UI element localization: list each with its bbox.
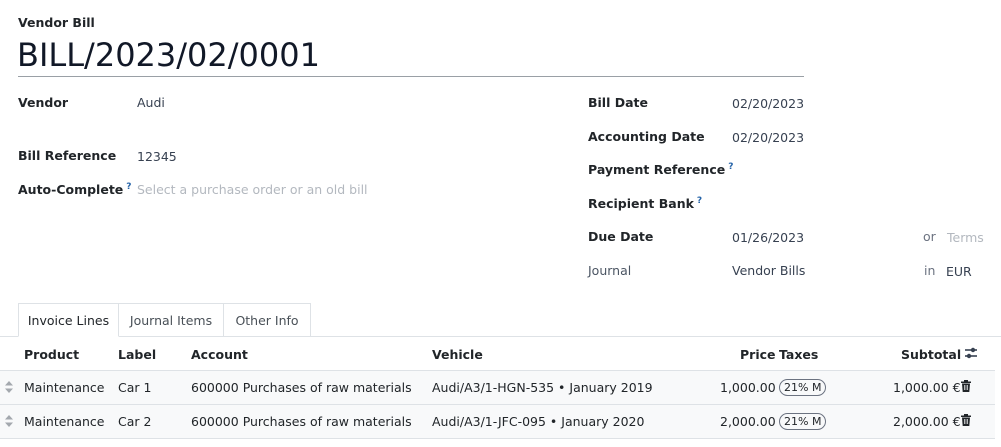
drag-handle-icon[interactable] xyxy=(5,415,13,427)
column-header-subtotal[interactable]: Subtotal xyxy=(901,347,961,362)
tab-journal-items[interactable]: Journal Items xyxy=(118,303,224,337)
account-cell[interactable]: 600000 Purchases of raw materials xyxy=(191,380,412,395)
column-header-taxes[interactable]: Taxes xyxy=(779,347,818,362)
currency-field[interactable]: EUR xyxy=(946,264,972,279)
sliders-icon[interactable] xyxy=(963,346,979,360)
price-cell[interactable]: 1,000.00 xyxy=(720,380,776,395)
title-underline xyxy=(18,76,804,77)
payment-reference-label: Payment Reference? xyxy=(588,162,734,178)
payment-terms-input[interactable]: Terms xyxy=(947,230,984,245)
account-cell[interactable]: 600000 Purchases of raw materials xyxy=(191,414,412,429)
trash-icon[interactable] xyxy=(961,380,971,392)
column-header-price[interactable]: Price xyxy=(740,347,776,362)
help-marker[interactable]: ? xyxy=(728,162,733,172)
tab-invoice-lines[interactable]: Invoice Lines xyxy=(18,303,119,337)
or-text: or xyxy=(923,229,936,244)
journal-field[interactable]: Vendor Bills xyxy=(732,263,805,278)
tax-badge[interactable]: 21% M xyxy=(779,413,827,430)
bill-date-field[interactable]: 02/20/2023 xyxy=(732,96,804,111)
column-header-product[interactable]: Product xyxy=(24,347,79,362)
bill-number-title[interactable]: BILL/2023/02/0001 xyxy=(17,36,320,74)
vehicle-cell[interactable]: Audi/A3/1-HGN-535 • January 2019 xyxy=(432,380,653,395)
column-header-label[interactable]: Label xyxy=(118,347,156,362)
drag-handle-icon[interactable] xyxy=(5,381,13,393)
vehicle-cell[interactable]: Audi/A3/1-JFC-095 • January 2020 xyxy=(432,414,644,429)
label-cell[interactable]: Car 2 xyxy=(118,414,151,429)
product-cell[interactable]: Maintenance xyxy=(24,414,105,429)
column-header-account[interactable]: Account xyxy=(191,347,248,362)
label-cell[interactable]: Car 1 xyxy=(118,380,151,395)
auto-complete-label: Auto-Complete? xyxy=(18,182,132,198)
bill-date-label: Bill Date xyxy=(588,95,648,110)
trash-icon[interactable] xyxy=(961,414,971,426)
bill-reference-label: Bill Reference xyxy=(18,148,117,163)
auto-complete-input[interactable]: Select a purchase order or an old bill xyxy=(137,182,368,197)
due-date-label: Due Date xyxy=(588,229,654,244)
journal-label: Journal xyxy=(588,263,632,278)
due-date-field[interactable]: 01/26/2023 xyxy=(732,230,804,245)
tab-other-info[interactable]: Other Info xyxy=(223,303,311,337)
accounting-date-field[interactable]: 02/20/2023 xyxy=(732,130,804,145)
bill-reference-field[interactable]: 12345 xyxy=(137,149,177,164)
in-text: in xyxy=(924,263,936,278)
subtotal-cell: 1,000.00 € xyxy=(893,380,961,395)
accounting-date-label: Accounting Date xyxy=(588,129,705,144)
recipient-bank-label: Recipient Bank? xyxy=(588,196,703,212)
vendor-label: Vendor xyxy=(18,95,69,110)
subtotal-cell: 2,000.00 € xyxy=(893,414,961,429)
price-cell[interactable]: 2,000.00 xyxy=(720,414,776,429)
vendor-field[interactable]: Audi xyxy=(137,95,165,110)
help-marker[interactable]: ? xyxy=(126,182,131,192)
column-header-vehicle[interactable]: Vehicle xyxy=(432,347,483,362)
help-marker[interactable]: ? xyxy=(697,196,702,206)
product-cell[interactable]: Maintenance xyxy=(24,380,105,395)
tax-badge[interactable]: 21% M xyxy=(779,379,827,396)
doc-type-label: Vendor Bill xyxy=(18,15,95,30)
